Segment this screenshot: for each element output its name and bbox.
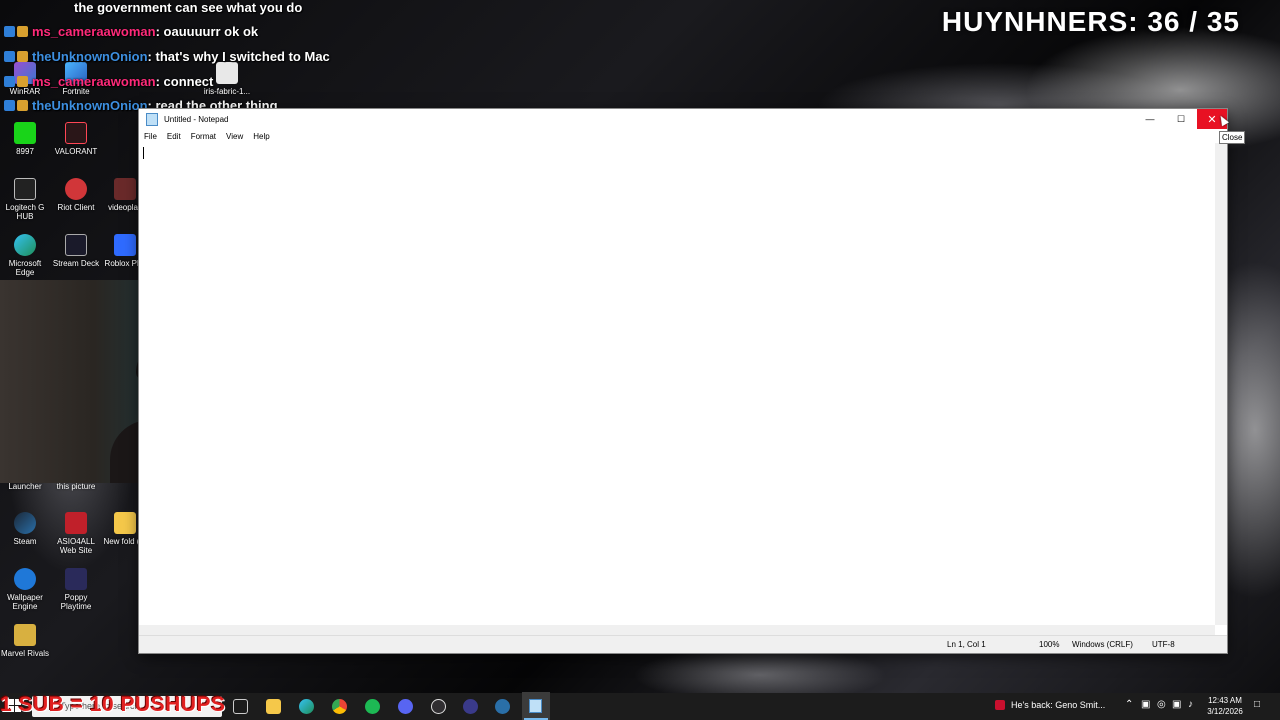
desktop-icon-edge[interactable]: Microsoft Edge — [0, 234, 50, 277]
window-title: Untitled - Notepad — [164, 114, 229, 124]
edge-icon — [14, 234, 36, 256]
chat-message: theUnknownOnion : that's why I switched … — [4, 46, 330, 66]
chat-message: ms_cameraawoman : oauuuurr ok ok — [4, 21, 258, 41]
title-bar[interactable]: Untitled - Notepad — [139, 109, 1227, 129]
vertical-scrollbar[interactable] — [1215, 143, 1227, 625]
valorant-icon — [65, 122, 87, 144]
taskbar-clock[interactable]: 12:43 AM 3/12/2026 — [1200, 695, 1250, 717]
desktop-icon-launcher[interactable]: Launcher — [0, 482, 50, 491]
volume-icon[interactable]: ♪ — [1188, 699, 1193, 710]
task-view-icon[interactable] — [233, 699, 248, 714]
chat-badges — [4, 75, 28, 87]
asio-icon — [65, 512, 87, 534]
desktop-icon-picture[interactable]: this picture — [51, 482, 101, 491]
desktop-icon-wallpaper[interactable]: Wallpaper Engine — [0, 568, 50, 611]
clock-date: 3/12/2026 — [1207, 707, 1243, 716]
horizontal-scrollbar[interactable] — [139, 625, 1215, 635]
minimize-button[interactable]: — — [1135, 109, 1165, 129]
discord-icon[interactable] — [398, 699, 413, 714]
desktop-icon-logitech[interactable]: Logitech G HUB — [0, 178, 50, 221]
chat-badges — [4, 99, 28, 111]
spotify-icon[interactable] — [365, 699, 380, 714]
desktop-icon-marvel[interactable]: Marvel Rivals — [0, 624, 50, 658]
chat-message: ms_cameraawoman : connect — [4, 71, 213, 91]
notepad-icon — [146, 112, 158, 126]
encoding: UTF-8 — [1152, 640, 1175, 649]
cursor-position: Ln 1, Col 1 — [947, 640, 986, 649]
line-ending: Windows (CRLF) — [1072, 640, 1133, 649]
stream-deck-icon — [65, 234, 87, 256]
folder-icon — [114, 512, 136, 534]
close-icon: ✕ — [1207, 113, 1217, 126]
news-icon — [995, 700, 1005, 710]
zoom-level: 100% — [1039, 640, 1060, 649]
logitech-icon — [14, 178, 36, 200]
maximize-button[interactable]: ☐ — [1166, 109, 1196, 129]
desktop-icon-valorant[interactable]: VALORANT — [51, 122, 101, 156]
desktop-icon-asio[interactable]: ASIO4ALL Web Site — [51, 512, 101, 555]
close-tooltip: Close — [1219, 131, 1246, 144]
desktop-icon-riot[interactable]: Riot Client — [51, 178, 101, 212]
wallpaper-engine-icon — [14, 568, 36, 590]
poppy-icon — [65, 568, 87, 590]
chat-badges — [4, 25, 28, 37]
menu-help[interactable]: Help — [248, 132, 274, 141]
clock-time: 12:43 AM — [1208, 696, 1242, 705]
sub-goal-counter: HUYNHNERS: 36 / 35 — [941, 6, 1240, 37]
menu-file[interactable]: File — [139, 132, 162, 141]
marvel-icon — [14, 624, 36, 646]
menu-view[interactable]: View — [221, 132, 248, 141]
chat-message: the government can see what you do — [74, 0, 303, 15]
sub-goal-banner: 1 SUB = 10 PUSHUPS — [0, 693, 226, 716]
chat-badges — [4, 50, 28, 62]
menu-bar: File Edit Format View Help — [139, 129, 1227, 143]
edge-taskbar-icon[interactable] — [299, 699, 314, 714]
network-icon[interactable]: ▣ — [1172, 699, 1181, 710]
minimize-icon: — — [1145, 114, 1155, 124]
menu-edit[interactable]: Edit — [162, 132, 186, 141]
riot-icon — [65, 178, 87, 200]
notification-icon[interactable]: □ — [1254, 699, 1260, 710]
text-caret — [143, 147, 144, 159]
news-widget[interactable]: He's back: Geno Smit... — [995, 700, 1105, 710]
chrome-icon[interactable] — [332, 699, 347, 714]
desktop-icon-streamdeck[interactable]: Stream Deck — [51, 234, 101, 268]
desktop-icon-8997[interactable]: 8997 — [0, 122, 50, 156]
steam-icon — [14, 512, 36, 534]
maximize-icon: ☐ — [1176, 113, 1186, 124]
notepad-window: Untitled - Notepad — ☐ ✕ File Edit Forma… — [139, 109, 1227, 653]
desktop-icon-steam[interactable]: Steam — [0, 512, 50, 546]
notepad-taskbar-icon — [529, 699, 542, 713]
file-explorer-icon[interactable] — [266, 699, 281, 714]
menu-format[interactable]: Format — [186, 132, 221, 141]
steam-taskbar-icon[interactable] — [495, 699, 510, 714]
chevron-up-icon[interactable]: ⌃ — [1125, 699, 1133, 710]
roblox-icon — [114, 234, 136, 256]
notepad-taskbar-button[interactable] — [522, 692, 550, 720]
status-bar: Ln 1, Col 1 100% Windows (CRLF) UTF-8 — [139, 635, 1227, 653]
desktop-icon-poppy[interactable]: Poppy Playtime — [51, 568, 101, 611]
video-icon — [114, 178, 136, 200]
obs-icon[interactable] — [431, 699, 446, 714]
app-taskbar-icon[interactable] — [463, 699, 478, 714]
text-editor[interactable] — [139, 143, 1215, 625]
tray-app-icon[interactable]: ▣ — [1141, 699, 1150, 710]
green-app-icon — [14, 122, 36, 144]
microphone-icon[interactable]: ◎ — [1157, 699, 1166, 710]
